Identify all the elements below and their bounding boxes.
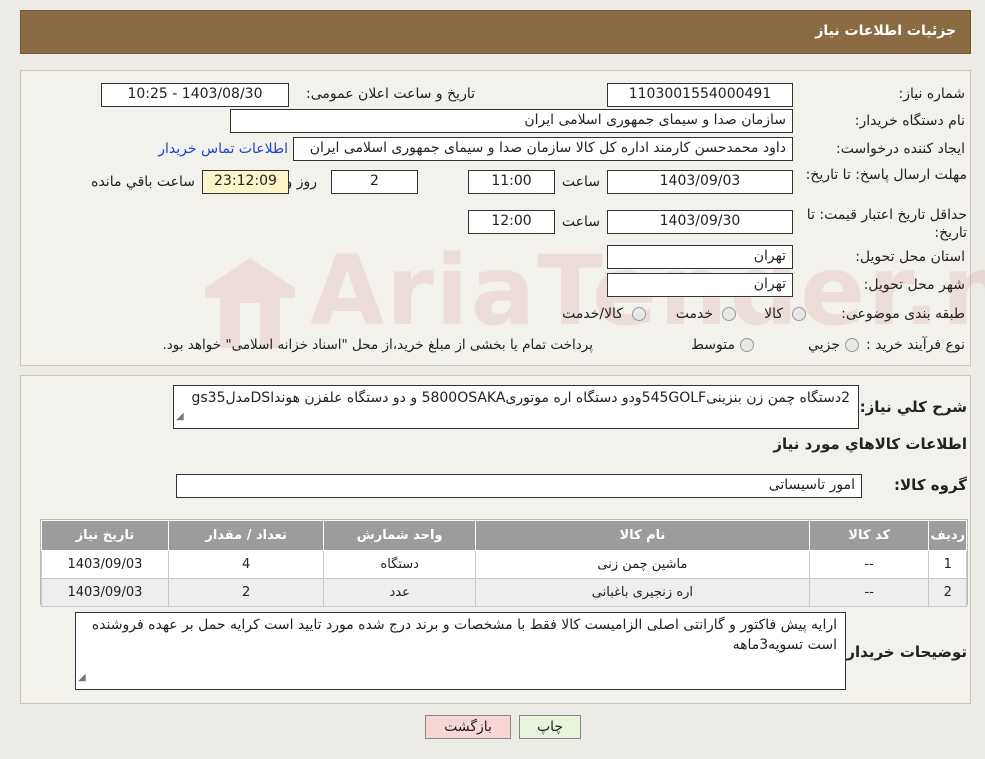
table-row[interactable]: 2 -- اره زنجیری باغبانی عدد 2 1403/09/03 [41, 578, 967, 607]
th-code: کد کالا [808, 520, 930, 551]
th-unit: واحد شمارش [323, 520, 476, 551]
category-radio-goods-service[interactable] [632, 307, 646, 321]
th-row: رديف [928, 520, 967, 551]
goods-table-wrapper: رديف کد کالا نام کالا واحد شمارش تعداد /… [40, 519, 968, 607]
summary-textarea[interactable]: 2دستگاه چمن زن بنزینی545GOLFودو دستگاه ا… [173, 385, 859, 429]
goods-info-title: اطلاعات کالاهاي مورد نياز [773, 435, 967, 453]
days-label: روز و [285, 174, 318, 190]
cell-unit: دستگاه [323, 550, 476, 579]
buyer-contact-link[interactable]: اطلاعات تماس خریدار [158, 141, 288, 157]
category-option-goods-service: کالا/خدمت [562, 306, 623, 322]
announce-field[interactable]: 1403/08/30 - 10:25 [101, 83, 289, 107]
province-field[interactable]: تهران [607, 245, 793, 269]
process-label: نوع فرآیند خرید : [866, 337, 965, 353]
cell-code: -- [808, 578, 930, 607]
validity-date-field[interactable]: 1403/09/30 [607, 210, 793, 234]
deadline-date-field[interactable]: 1403/09/03 [607, 170, 793, 194]
page-title: جزئیات اطلاعات نیاز [815, 23, 956, 39]
need-number-label: شماره نیاز: [898, 86, 966, 102]
cell-qty: 4 [167, 550, 325, 579]
cell-name: اره زنجیری باغبانی [474, 578, 810, 607]
print-button[interactable]: چاپ [519, 715, 581, 739]
need-number-field[interactable]: 1103001554000491 [607, 83, 793, 107]
process-option-minor: جزيي [808, 337, 840, 353]
category-option-service: خدمت [675, 306, 713, 322]
cell-code: -- [808, 550, 930, 579]
days-field[interactable]: 2 [331, 170, 418, 194]
buyer-org-label: نام دستگاه خریدار: [854, 113, 965, 129]
deadline-time-field[interactable]: 11:00 [468, 170, 555, 194]
remaining-label: ساعت باقي مانده [91, 174, 195, 190]
buyer-notes-textarea[interactable]: ارایه پیش فاکتور و گارانتی اصلی الزامیست… [75, 612, 846, 690]
goods-group-field[interactable]: امور تاسیساتی [176, 474, 862, 498]
deadline-time-label: ساعت [561, 174, 600, 190]
resize-handle-icon[interactable]: ◢ [176, 407, 184, 427]
process-payment-note: پرداخت تمام یا بخشی از مبلغ خرید،از محل … [162, 337, 593, 353]
city-field[interactable]: تهران [607, 273, 793, 297]
cell-date: 1403/09/03 [41, 550, 169, 579]
th-qty: تعداد / مقدار [167, 520, 325, 551]
validity-label: حداقل تاریخ اعتبار قیمت: تا تاریخ: [806, 207, 967, 241]
cell-row: 1 [928, 550, 967, 579]
buyer-org-field[interactable]: سازمان صدا و سیمای جمهوری اسلامی ایران [230, 109, 793, 133]
cell-qty: 2 [167, 578, 325, 607]
province-label: استان محل تحویل: [855, 249, 965, 265]
category-label: طبقه بندی موضوعی: [841, 306, 965, 322]
buyer-notes-label: توضیحات خریدار: [840, 643, 967, 661]
page-header: جزئیات اطلاعات نیاز [20, 10, 971, 54]
category-radio-goods[interactable] [792, 307, 806, 321]
summary-label: شرح کلي نياز: [859, 398, 967, 416]
creator-field[interactable]: داود محمدحسن کارمند اداره کل کالا سازمان… [293, 137, 793, 161]
process-radio-minor[interactable] [845, 338, 859, 352]
process-option-medium: متوسط [691, 337, 735, 353]
cell-name: ماشین چمن زنی [474, 550, 810, 579]
announce-label: تاریخ و ساعت اعلان عمومی: [306, 86, 475, 102]
process-radio-medium[interactable] [740, 338, 754, 352]
validity-time-field[interactable]: 12:00 [468, 210, 555, 234]
goods-group-label: گروه کالا: [894, 476, 967, 494]
category-option-goods: کالا [764, 306, 783, 322]
deadline-label: مهلت ارسال پاسخ: تا تاریخ: [805, 167, 967, 183]
city-label: شهر محل تحویل: [863, 277, 965, 293]
cell-row: 2 [928, 578, 967, 607]
back-button[interactable]: بازگشت [425, 715, 511, 739]
remaining-time-field: 23:12:09 [202, 170, 289, 194]
buyer-notes-text: ارایه پیش فاکتور و گارانتی اصلی الزامیست… [91, 617, 837, 653]
validity-time-label: ساعت [561, 214, 600, 230]
cell-unit: عدد [323, 578, 476, 607]
goods-table: رديف کد کالا نام کالا واحد شمارش تعداد /… [41, 520, 967, 607]
creator-label: ایجاد کننده درخواست: [836, 141, 965, 157]
cell-date: 1403/09/03 [41, 578, 169, 607]
table-row[interactable]: 1 -- ماشین چمن زنی دستگاه 4 1403/09/03 [41, 550, 967, 579]
summary-text: 2دستگاه چمن زن بنزینی545GOLFودو دستگاه ا… [191, 390, 851, 406]
resize-handle-icon[interactable]: ◢ [78, 668, 86, 688]
category-radio-service[interactable] [722, 307, 736, 321]
table-header-row: رديف کد کالا نام کالا واحد شمارش تعداد /… [41, 520, 967, 551]
th-name: نام کالا [474, 520, 810, 551]
th-date: تاریخ نیاز [41, 520, 169, 551]
